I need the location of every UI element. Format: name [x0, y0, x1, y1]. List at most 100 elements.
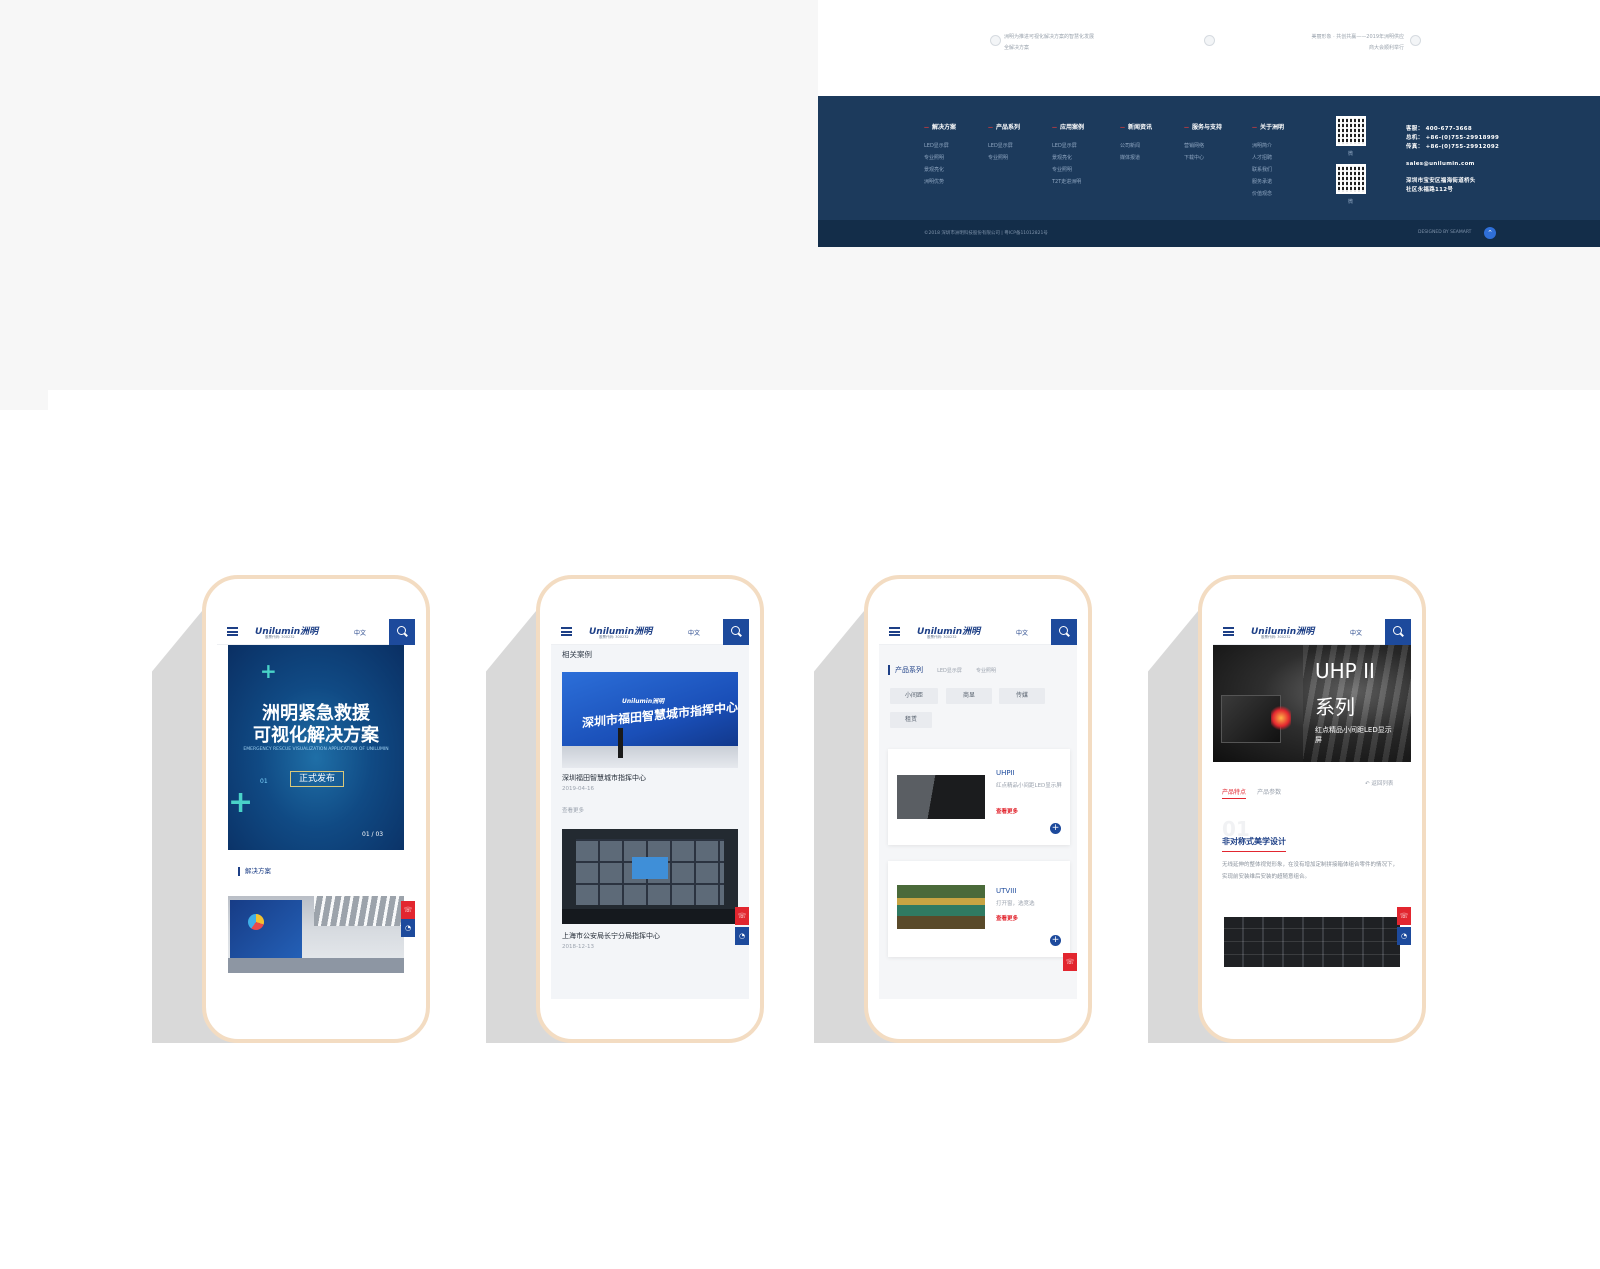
- footer-column-title[interactable]: 产品系列: [988, 124, 1052, 132]
- product-card[interactable]: UTVIII 打开窗，选竞选 查看更多 +: [888, 861, 1070, 957]
- footer-link[interactable]: 景观亮化: [924, 164, 988, 176]
- chat-float-button[interactable]: ◔: [1397, 927, 1411, 945]
- hero-banner[interactable]: + + 洲明紧急救援 可视化解决方案 EMERGENCY RESCUE VISU…: [228, 645, 404, 850]
- video-wall-shape: [230, 900, 302, 962]
- phone-icon: ☏: [737, 912, 747, 920]
- plus-icon[interactable]: +: [1050, 935, 1061, 946]
- footer-column-title[interactable]: 应用案例: [1052, 124, 1116, 132]
- feature-item[interactable]: 美丽形象 · 共创共赢——2019年洲明供应 商大会顺利举行: [1294, 32, 1421, 54]
- chat-icon: ◔: [404, 924, 412, 932]
- feature-icon: [990, 35, 1001, 46]
- contact-info: 客服： 400-677-3668 总机： +86-(0)755-29918999…: [1406, 125, 1499, 195]
- hero-title: UHP II: [1315, 659, 1375, 683]
- back-to-list-link[interactable]: ↶ 返回列表: [1365, 779, 1393, 787]
- footer-column-title[interactable]: 新闻资讯: [1120, 124, 1184, 132]
- footer-link[interactable]: 景观亮化: [1052, 152, 1116, 164]
- footer-link[interactable]: 联系我们: [1252, 164, 1316, 176]
- product-desc: 红点精品小间距LED显示屏: [996, 783, 1062, 789]
- hamburger-menu-icon[interactable]: [561, 627, 572, 636]
- chat-icon: ◔: [738, 932, 746, 940]
- footer-link[interactable]: 媒体报道: [1120, 152, 1184, 164]
- footer-link[interactable]: 专业照明: [1052, 164, 1116, 176]
- slider-pager: 01 / 03: [362, 831, 384, 838]
- phone-frame: Unilumin洲明 股票代码: 300232 中文 产品系列 LED显示屏 专…: [864, 575, 1092, 1043]
- footer-link[interactable]: 专业照明: [924, 152, 988, 164]
- search-button[interactable]: [1385, 619, 1411, 645]
- view-more-link[interactable]: 查看更多: [562, 806, 584, 814]
- tab-professional-lighting[interactable]: 专业照明: [976, 667, 996, 674]
- contact-fax: 传真： +86-(0)755-29912092: [1406, 144, 1500, 150]
- case-image[interactable]: Unilumin洲明 深圳市福田智慧城市指挥中心: [562, 672, 738, 768]
- chat-float-button[interactable]: ◔: [735, 927, 749, 945]
- footer-link[interactable]: 洲明优势: [924, 176, 988, 188]
- filter-chip[interactable]: 商显: [946, 688, 992, 704]
- hotline-float-button[interactable]: ☏: [1397, 907, 1411, 925]
- language-switch[interactable]: 中文: [1350, 628, 1362, 637]
- contact-email[interactable]: sales@unilumin.com: [1406, 160, 1499, 169]
- feature-item[interactable]: 洲明为推进可视化解决方案的智慧化发展 全解决方案: [990, 32, 1095, 54]
- search-button[interactable]: [389, 619, 415, 645]
- footer-link[interactable]: 专业照明: [988, 152, 1052, 164]
- release-tag-button[interactable]: 正式发布: [290, 771, 344, 787]
- hotline-float-button[interactable]: ☏: [1063, 953, 1077, 971]
- footer-link[interactable]: 营销网络: [1184, 140, 1248, 152]
- view-more-link[interactable]: 查看更多: [996, 914, 1018, 922]
- language-switch[interactable]: 中文: [688, 628, 700, 637]
- case-title-link[interactable]: 上海市公安局长宁分局指挥中心: [562, 931, 660, 941]
- case-image[interactable]: [562, 829, 738, 924]
- hamburger-menu-icon[interactable]: [1223, 627, 1234, 636]
- language-switch[interactable]: 中文: [1016, 628, 1028, 637]
- hamburger-menu-icon[interactable]: [227, 627, 238, 636]
- hotline-float-button[interactable]: ☏: [401, 901, 415, 919]
- footer-link[interactable]: T2T走进洲明: [1052, 176, 1116, 188]
- chat-float-button[interactable]: ◔: [401, 919, 415, 937]
- footer-column-title[interactable]: 解决方案: [924, 124, 988, 132]
- filter-chip[interactable]: 租赁: [890, 712, 932, 728]
- filter-chip[interactable]: 传媒: [999, 688, 1045, 704]
- hotline-float-button[interactable]: ☏: [735, 907, 749, 925]
- red-glow-shape: [1271, 705, 1291, 731]
- footer-column: 新闻资讯 公司新闻 媒体报道: [1120, 124, 1184, 164]
- showcase-canvas: 洲明为推进可视化解决方案的智慧化发展 全解决方案 美丽形象 · 共创共赢——20…: [0, 0, 1600, 1269]
- tab-features[interactable]: 产品特点: [1222, 787, 1247, 799]
- language-switch[interactable]: 中文: [354, 628, 366, 637]
- footer-link[interactable]: LED显示屏: [924, 140, 988, 152]
- phone-screen: Unilumin洲明 股票代码: 300232 中文 UHP II 系列 红点精…: [1213, 619, 1411, 999]
- footer-link[interactable]: 下载中心: [1184, 152, 1248, 164]
- contact-address: 社区永福路112号: [1406, 187, 1454, 193]
- search-button[interactable]: [1051, 619, 1077, 645]
- console-desk-shape: [228, 958, 404, 973]
- hero-title-line: 洲明紧急救援: [262, 703, 370, 724]
- logo-subtitle: 股票代码: 300232: [1261, 635, 1291, 639]
- qr-caption: 微: [1348, 151, 1354, 157]
- footer-link[interactable]: LED显示屏: [988, 140, 1052, 152]
- footer-column-title[interactable]: 关于洲明: [1252, 124, 1316, 132]
- contact-phone: 总机： +86-(0)755-29918999: [1406, 135, 1500, 141]
- feature-icon: [1410, 35, 1421, 46]
- hamburger-menu-icon[interactable]: [889, 627, 900, 636]
- solution-image[interactable]: [228, 896, 404, 973]
- back-to-top-button[interactable]: ⌃: [1484, 227, 1496, 239]
- plus-icon[interactable]: +: [1050, 823, 1061, 834]
- footer-link[interactable]: LED显示屏: [1052, 140, 1116, 152]
- feature-line: 商大会顺利举行: [1368, 45, 1404, 51]
- case-title-link[interactable]: 深圳福田智慧城市指挥中心: [562, 773, 646, 783]
- filter-chip[interactable]: 小间距: [890, 688, 938, 704]
- feature-line: 洲明为推进可视化解决方案的智慧化发展: [1004, 34, 1095, 40]
- footer-link[interactable]: 洲明简介: [1252, 140, 1316, 152]
- mobile-header: Unilumin洲明 股票代码: 300232 中文: [879, 619, 1077, 645]
- footer-link[interactable]: 价值观念: [1252, 188, 1316, 200]
- footer-link[interactable]: 服务承诺: [1252, 176, 1316, 188]
- footer-column: 服务与支持 营销网络 下载中心: [1184, 124, 1248, 164]
- tab-led-display[interactable]: LED显示屏: [937, 667, 962, 674]
- view-more-link[interactable]: 查看更多: [996, 807, 1018, 815]
- qr-code-image: [1336, 164, 1366, 194]
- tab-product-series[interactable]: 产品系列: [888, 665, 923, 675]
- footer-column-title[interactable]: 服务与支持: [1184, 124, 1248, 132]
- footer-link[interactable]: 公司新闻: [1120, 140, 1184, 152]
- tab-parameters[interactable]: 产品参数: [1257, 787, 1281, 796]
- search-button[interactable]: [723, 619, 749, 645]
- footer-link[interactable]: 人才招聘: [1252, 152, 1316, 164]
- product-card[interactable]: UHPII 红点精品小间距LED显示屏 查看更多 +: [888, 749, 1070, 845]
- contact-address: 深圳市宝安区福海街道桥头: [1406, 178, 1476, 184]
